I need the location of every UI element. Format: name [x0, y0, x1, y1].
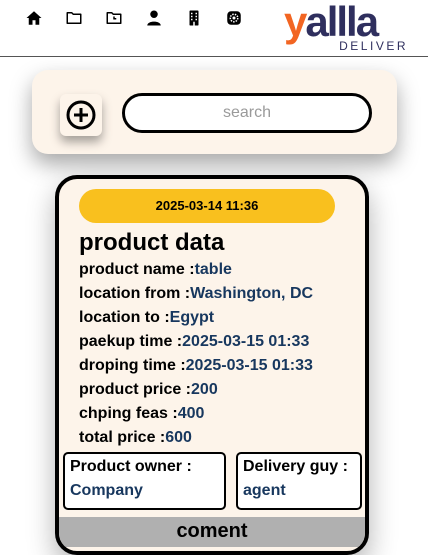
search-panel [32, 70, 397, 154]
delivery-guy-value: agent [243, 482, 286, 499]
field-location-from: location from :Washington, DC [79, 285, 314, 302]
building-icon[interactable] [185, 9, 203, 27]
field-dropping-time: droping time :2025-03-15 01:33 [79, 357, 313, 374]
card-title: product data [79, 229, 225, 256]
user-icon[interactable] [145, 9, 163, 27]
settings-icon[interactable] [225, 9, 243, 27]
folder-icon[interactable] [65, 9, 83, 27]
plus-circle-icon [66, 100, 96, 130]
field-total-price: total price :600 [79, 429, 192, 446]
delivery-guy-label: Delivery guy : [243, 458, 348, 475]
add-button[interactable] [60, 94, 102, 136]
delivery-guy-box: Delivery guy : agent [236, 452, 362, 510]
field-location-to: location to :Egypt [79, 309, 215, 326]
home-icon[interactable] [25, 9, 43, 27]
field-product-price: product price :200 [79, 381, 218, 398]
search-input[interactable] [122, 93, 372, 133]
timestamp-badge: 2025-03-14 11:36 [79, 189, 335, 223]
top-navbar: yallla DELIVER [0, 0, 428, 57]
product-owner-value: Company [70, 482, 143, 499]
comment-header[interactable]: coment [59, 517, 365, 547]
product-card: 2025-03-14 11:36 product data product na… [55, 175, 369, 555]
brand-logo: yallla DELIVER [284, 0, 414, 53]
folder-clock-icon[interactable] [105, 9, 123, 27]
product-owner-label: Product owner : [70, 458, 192, 475]
field-product-name: product name :table [79, 261, 232, 278]
logo-subtitle: DELIVER [339, 39, 408, 53]
field-shipping-fees: chping feas :400 [79, 405, 205, 422]
product-owner-box: Product owner : Company [63, 452, 226, 510]
field-pickup-time: paekup time :2025-03-15 01:33 [79, 333, 310, 350]
